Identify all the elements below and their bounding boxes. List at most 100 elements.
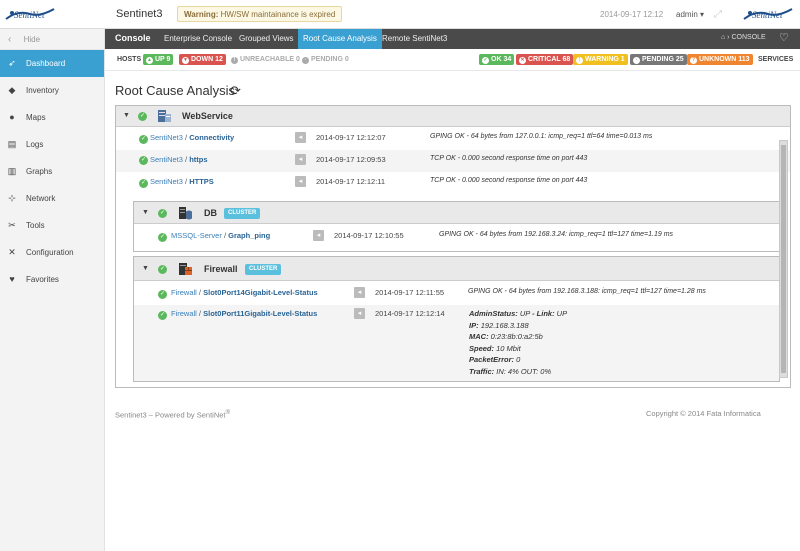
sidebar-item-favorites[interactable]: ♥ Favorites (0, 266, 104, 293)
tab-grouped-views[interactable]: Grouped Views (234, 29, 299, 49)
table-row: ✓ SentiNet3 / HTTPS ◂ 2014-09-17 12:12:1… (116, 173, 790, 193)
sidebar-item-label: Tools (26, 221, 45, 230)
sidebar-item-configuration[interactable]: ✕ Configuration (0, 239, 104, 266)
sidebar-item-graphs[interactable]: ▥ Graphs (0, 158, 104, 185)
sidebar-item-label: Inventory (26, 86, 59, 95)
services-label: SERVICES (758, 56, 794, 63)
pending-icon: · (633, 57, 640, 64)
graph-toggle-button[interactable]: ◂ (295, 176, 306, 187)
badge-label: CRITICAL 68 (528, 56, 571, 63)
service-link[interactable]: MSSQL-Server / Graph_ping (171, 231, 270, 240)
hosts-up-badge[interactable]: ▲ UP 9 (143, 54, 174, 65)
sidebar-item-label: Maps (26, 113, 46, 122)
db-title: DB (204, 208, 217, 218)
last-check-time: 2014-09-17 12:12:14 (375, 309, 445, 318)
service-link[interactable]: Firewall / Slot0Port14Gigabit-Level-Stat… (171, 288, 318, 297)
graph-toggle-button[interactable]: ◂ (354, 308, 365, 319)
graph-toggle-button[interactable]: ◂ (313, 230, 324, 241)
services-pending-badge[interactable]: · PENDING 25 (630, 54, 687, 65)
caret-down-icon: ▾ (700, 10, 705, 19)
last-check-time: 2014-09-17 12:12:11 (316, 177, 386, 186)
sidebar-item-tools[interactable]: ✂ Tools (0, 212, 104, 239)
cluster-badge: CLUSTER (224, 208, 261, 219)
scrollbar-thumb[interactable] (781, 145, 786, 373)
service-output: GPING OK - 64 bytes from 192.168.3.188: … (468, 288, 706, 295)
last-check-time: 2014-09-17 12:12:07 (316, 133, 386, 142)
favorite-heart-icon[interactable]: ♡ (779, 31, 789, 44)
refresh-icon[interactable]: ⟳ (230, 83, 241, 99)
badge-label: PENDING 0 (311, 56, 349, 63)
tab-root-cause-analysis[interactable]: Root Cause Analysis (298, 29, 382, 49)
ok-status-icon: ✓ (158, 311, 167, 320)
check-icon: ✓ (482, 57, 489, 64)
sidebar-item-label: Configuration (26, 248, 74, 257)
firewall-header[interactable]: ▼ ✓ Firewall CLUSTER (134, 257, 779, 281)
last-check-time: 2014-09-17 12:11:55 (375, 288, 445, 297)
table-row: ✓ Firewall / Slot0Port11Gigabit-Level-St… (134, 305, 779, 381)
down-arrow-icon: ▼ (182, 57, 189, 64)
firewall-panel: ▼ ✓ Firewall CLUSTER ✓ Firewall / Slot0P… (133, 256, 780, 382)
hosts-unreachable-badge[interactable]: ! UNREACHABLE 0 (228, 54, 303, 65)
server-icon (158, 110, 171, 122)
table-row: ✓ SentiNet3 / https ◂ 2014-09-17 12:09:5… (116, 150, 790, 172)
graph-toggle-button[interactable]: ◂ (295, 154, 306, 165)
hide-sidebar-button[interactable]: ‹ Hide (0, 29, 104, 50)
footer-copyright: Copyright © 2014 Fata Informatica (646, 409, 761, 418)
collapse-triangle-icon[interactable]: ▼ (142, 209, 149, 216)
cluster-badge: CLUSTER (245, 264, 282, 275)
graph-toggle-button[interactable]: ◂ (295, 132, 306, 143)
sidebar-item-dashboard[interactable]: ➶ Dashboard (0, 50, 104, 77)
services-unknown-badge[interactable]: ? UNKNOWN 113 (687, 54, 753, 65)
db-header[interactable]: ▼ ✓ DB CLUSTER (134, 202, 779, 224)
service-link[interactable]: SentiNet3 / https (150, 155, 208, 164)
page-title: Root Cause Analysis (115, 83, 235, 98)
bar-chart-icon: ▥ (7, 166, 17, 176)
collapse-triangle-icon[interactable]: ▼ (142, 265, 149, 272)
ok-status-icon: ✓ (139, 135, 148, 144)
user-menu[interactable]: admin ▾ (676, 10, 704, 19)
webservice-title: WebService (182, 111, 233, 121)
service-output: GPING OK - 64 bytes from 192.168.3.24: i… (439, 231, 674, 238)
services-warning-badge[interactable]: ! WARNING 1 (573, 54, 628, 65)
book-icon: ▤ (7, 139, 17, 149)
service-link[interactable]: SentiNet3 / HTTPS (150, 177, 214, 186)
service-output: GPING OK - 64 bytes from 127.0.0.1: icmp… (430, 133, 653, 140)
svg-text:SentiNet: SentiNet (14, 10, 45, 20)
warning-label: Warning: (184, 10, 219, 19)
heart-icon: ♥ (9, 274, 15, 284)
sidebar-item-label: Logs (26, 140, 44, 149)
services-critical-badge[interactable]: ✕ CRITICAL 68 (516, 54, 574, 65)
ok-status-icon: ✓ (139, 156, 148, 165)
sidebar-item-maps[interactable]: ● Maps (0, 104, 104, 131)
fullscreen-icon[interactable]: ⤢ (714, 9, 722, 20)
badge-label: PENDING 25 (642, 56, 684, 63)
badge-label: OK 34 (491, 56, 512, 63)
sidebar-item-logs[interactable]: ▤ Logs (0, 131, 104, 158)
hosts-pending-badge[interactable]: · PENDING 0 (299, 54, 352, 65)
globe-icon: ● (9, 112, 15, 122)
hosts-down-badge[interactable]: ▼ DOWN 12 (179, 54, 226, 65)
graph-toggle-button[interactable]: ◂ (354, 287, 365, 298)
unknown-icon: ? (690, 57, 697, 64)
network-icon: ⊹ (8, 193, 16, 203)
tab-remote-sentinet3[interactable]: Remote SentiNet3 (377, 29, 452, 49)
chevron-left-icon: ‹ (8, 34, 12, 45)
user-name: admin (676, 10, 698, 19)
webservice-header[interactable]: ▼ ✓ WebService (116, 106, 790, 127)
badge-label: WARNING 1 (585, 56, 625, 63)
wrench-icon: ✂ (8, 220, 16, 230)
service-link[interactable]: Firewall / Slot0Port11Gigabit-Level-Stat… (171, 309, 317, 318)
panel-scrollbar[interactable] (779, 140, 788, 378)
service-link[interactable]: SentiNet3 / Connectivity (150, 133, 234, 142)
sentinet-logo[interactable]: SentiNet (4, 4, 56, 24)
services-ok-badge[interactable]: ✓ OK 34 (479, 54, 515, 65)
sidebar-item-label: Network (26, 194, 56, 203)
sidebar-item-inventory[interactable]: ◆ Inventory (0, 77, 104, 104)
console-home-link[interactable]: ⌂ › CONSOLE (721, 34, 766, 41)
tab-enterprise-console[interactable]: Enterprise Console (159, 29, 237, 49)
sidebar-item-network[interactable]: ⊹ Network (0, 185, 104, 212)
db-panel: ▼ ✓ DB CLUSTER ✓ MSSQL-Server / Graph_pi… (133, 201, 780, 252)
maintenance-warning: Warning: HW/SW maintainance is expired (177, 6, 343, 22)
up-arrow-icon: ▲ (146, 57, 153, 64)
collapse-triangle-icon[interactable]: ▼ (123, 112, 130, 119)
